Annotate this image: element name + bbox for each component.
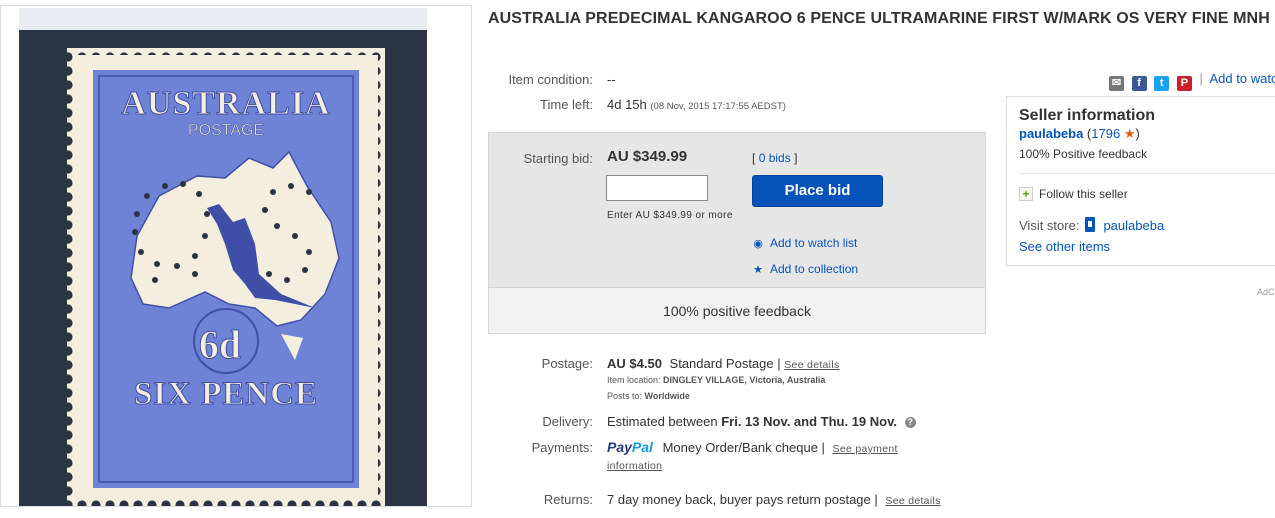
positive-feedback-banner: 100% positive feedback [489,287,985,333]
delivery-range: Fri. 13 Nov. and Thu. 19 Nov. [721,414,897,429]
time-left-remaining: 4d 15h [607,97,647,112]
bid-count-close: ] [794,151,798,165]
see-payment-link-line2: information [607,457,662,472]
posts-to-value: Worldwide [644,391,690,401]
store-link[interactable]: paulabeba [1103,218,1164,233]
postage-see-details-link[interactable]: See details [784,359,839,371]
bid-hint: Enter AU $349.99 or more [607,210,733,221]
star-icon: ★ [753,264,763,276]
returns-policy: 7 day money back, buyer pays return post… [607,492,878,507]
add-to-watch-link[interactable]: Add to watc [1210,71,1275,86]
condition-label: Item condition: [508,72,593,87]
plus-icon: + [1019,187,1033,201]
delivery-label: Delivery: [542,414,593,429]
add-to-collection-label: Add to collection [770,262,859,276]
stamp-sub-text: POSTAGE [188,122,264,139]
stamp-value-text: 6d [199,322,241,367]
place-bid-button[interactable]: Place bid [752,175,883,207]
seller-info-title: Seller information [1019,107,1156,124]
seller-feedback: 100% Positive feedback [1019,147,1148,161]
payment-methods: Money Order/Bank cheque | [662,440,825,455]
bid-count-open: [ [752,151,756,165]
seller-info-box: Seller information paulabeba (1796 ★) 10… [1006,96,1275,266]
see-payment-link[interactable]: See payment [833,443,898,455]
returns-label: Returns: [543,492,593,507]
bid-count-link[interactable]: 0 bids [759,151,791,165]
twitter-icon[interactable]: t [1154,76,1170,91]
seller-name-link[interactable]: paulabeba [1019,126,1083,141]
share-bar: ✉ f t P | Add to watc [1109,71,1275,91]
posts-to: Posts to: Worldwide [607,391,690,401]
item-photo[interactable]: AUSTRALIA POSTAGE 6d SIX PENCE [19,8,427,506]
payments-label: Payments: [531,440,593,455]
posts-to-label: Posts to: [607,391,643,401]
add-to-watch-list[interactable]: ◉ Add to watch list [752,236,857,250]
postage-value: AU $4.50 Standard Postage | See details [607,356,840,371]
seller-name-row: paulabeba (1796 ★) [1019,126,1140,142]
facebook-icon[interactable]: f [1131,76,1147,91]
bid-amount-input[interactable] [606,175,708,201]
help-icon[interactable]: ? [904,417,916,428]
email-icon[interactable]: ✉ [1109,76,1124,91]
add-to-collection[interactable]: ★ Add to collection [752,262,858,276]
seller-score-close: ) [1135,126,1140,141]
store-icon [1085,217,1096,232]
postage-method: Standard Postage | [669,356,781,371]
stamp-top-text: AUSTRALIA [121,85,330,122]
bid-box: Starting bid: AU $349.99 [ 0 bids ] Ente… [488,132,986,334]
stamp-image: AUSTRALIA POSTAGE 6d SIX PENCE [19,8,427,506]
postage-price: AU $4.50 [607,356,662,371]
condition-value: -- [607,72,616,87]
seller-divider [1019,173,1275,174]
item-location-label: Item location: [607,375,661,385]
delivery-prefix: Estimated between [607,414,718,429]
item-location: Item location: DINGLEY VILLAGE, Victoria… [607,375,825,385]
delivery-value: Estimated between Fri. 13 Nov. and Thu. … [607,414,916,429]
starting-bid-label: Starting bid: [523,151,593,166]
postage-label: Postage: [541,356,593,371]
time-left-value: 4d 15h (08 Nov, 2015 17:17:55 AEDST) [607,97,786,112]
starting-bid-price: AU $349.99 [607,148,688,165]
eye-icon: ◉ [753,238,763,250]
time-left-end: (08 Nov, 2015 17:17:55 AEDST) [650,101,786,112]
follow-seller[interactable]: + Follow this seller [1019,187,1128,201]
bid-count: [ 0 bids ] [752,151,797,165]
payments-value: PayPal Money Order/Bank cheque | See pay… [607,439,898,455]
visit-store-row: Visit store: paulabeba [1019,217,1164,233]
returns-value: 7 day money back, buyer pays return post… [607,492,941,507]
ad-choice-label[interactable]: AdC [1257,287,1275,297]
item-title: AUSTRALIA PREDECIMAL KANGAROO 6 PENCE UL… [488,10,1270,27]
add-to-watch-list-label: Add to watch list [770,236,858,250]
follow-seller-label: Follow this seller [1039,187,1128,201]
item-location-value: DINGLEY VILLAGE, Victoria, Australia [663,375,826,385]
see-other-items-link[interactable]: See other items [1019,239,1110,254]
stamp-bottom-text: SIX PENCE [134,376,318,412]
item-image-panel: AUSTRALIA POSTAGE 6d SIX PENCE [0,5,472,507]
time-left-label: Time left: [540,97,593,112]
seller-star-icon: ★ [1123,126,1136,141]
payment-information-link[interactable]: information [607,460,662,472]
seller-score-link[interactable]: 1796 [1091,126,1120,141]
paypal-logo: PayPal [607,439,653,455]
share-divider: | [1199,71,1203,86]
visit-store-label: Visit store: [1019,218,1080,233]
returns-see-details-link[interactable]: See details [885,495,940,507]
pinterest-icon[interactable]: P [1176,76,1192,91]
